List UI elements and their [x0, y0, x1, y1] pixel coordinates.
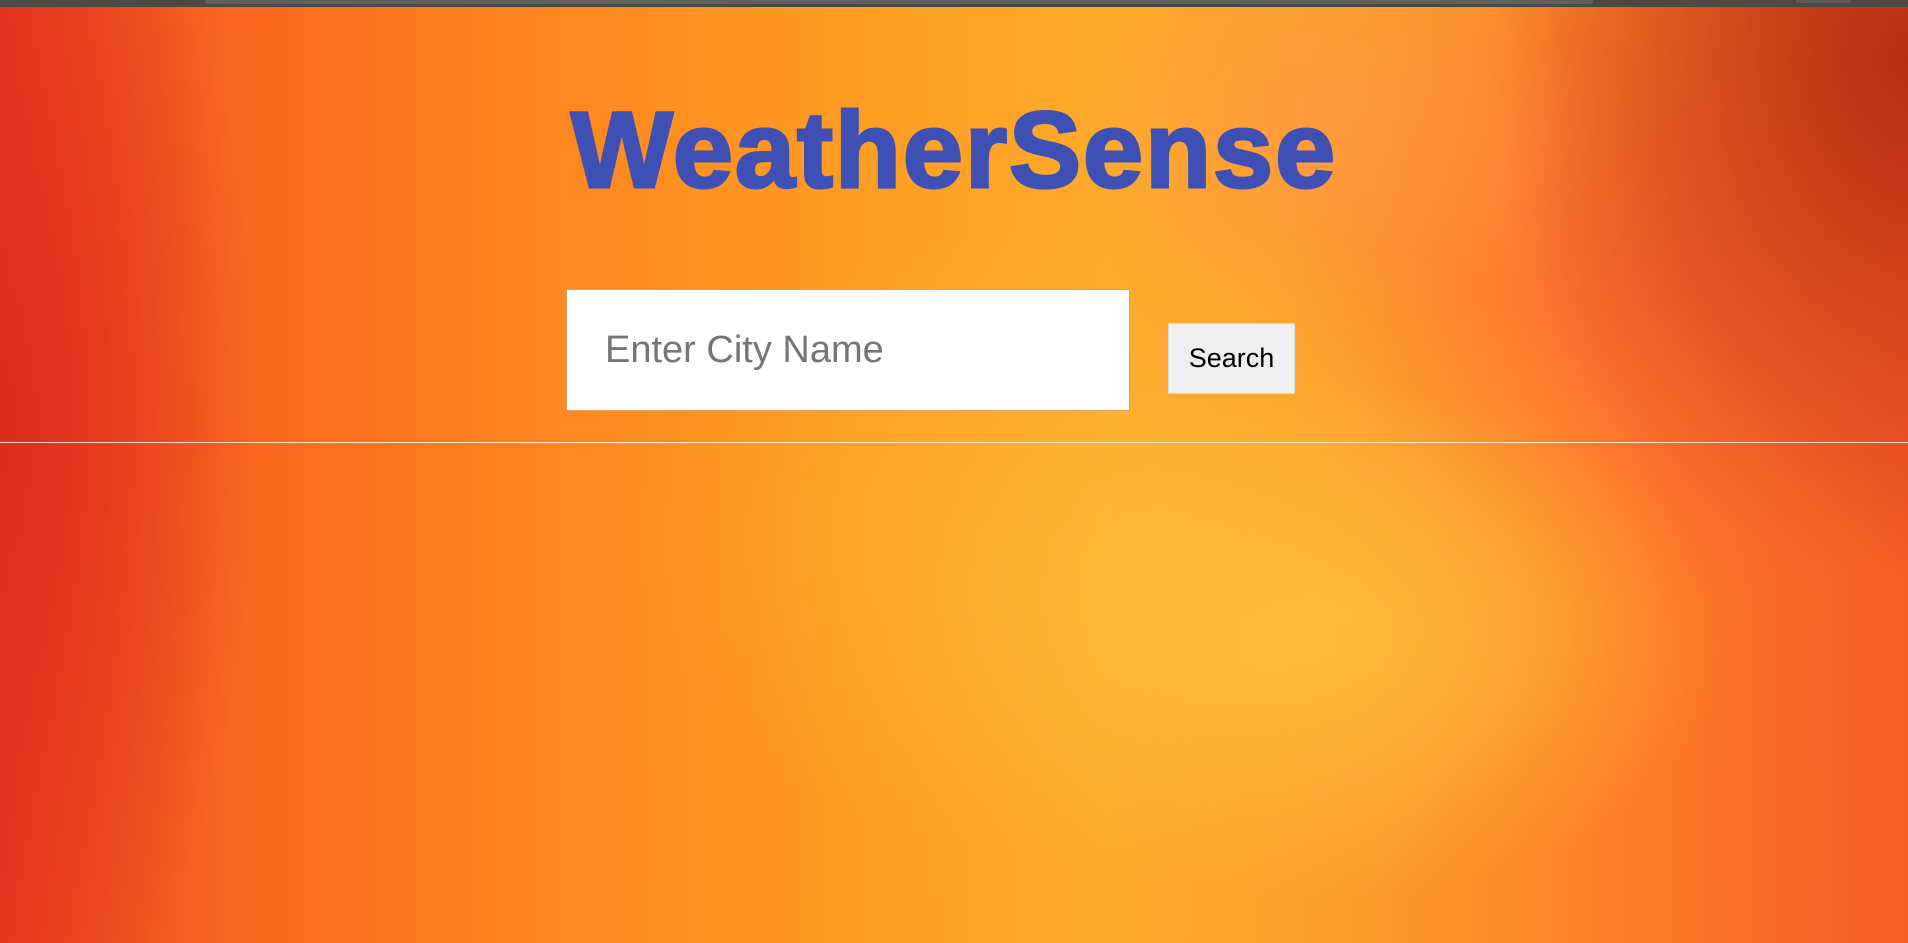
app-title: WeatherSense	[569, 89, 1338, 210]
search-button[interactable]: Search	[1168, 323, 1295, 394]
city-search-input[interactable]	[566, 289, 1130, 411]
section-divider	[0, 442, 1908, 443]
browser-top-edge	[0, 0, 1908, 7]
weather-app-page: WeatherSense Search	[0, 0, 1908, 943]
address-bar-edge	[205, 0, 1593, 4]
toolbar-edge	[1796, 0, 1850, 3]
